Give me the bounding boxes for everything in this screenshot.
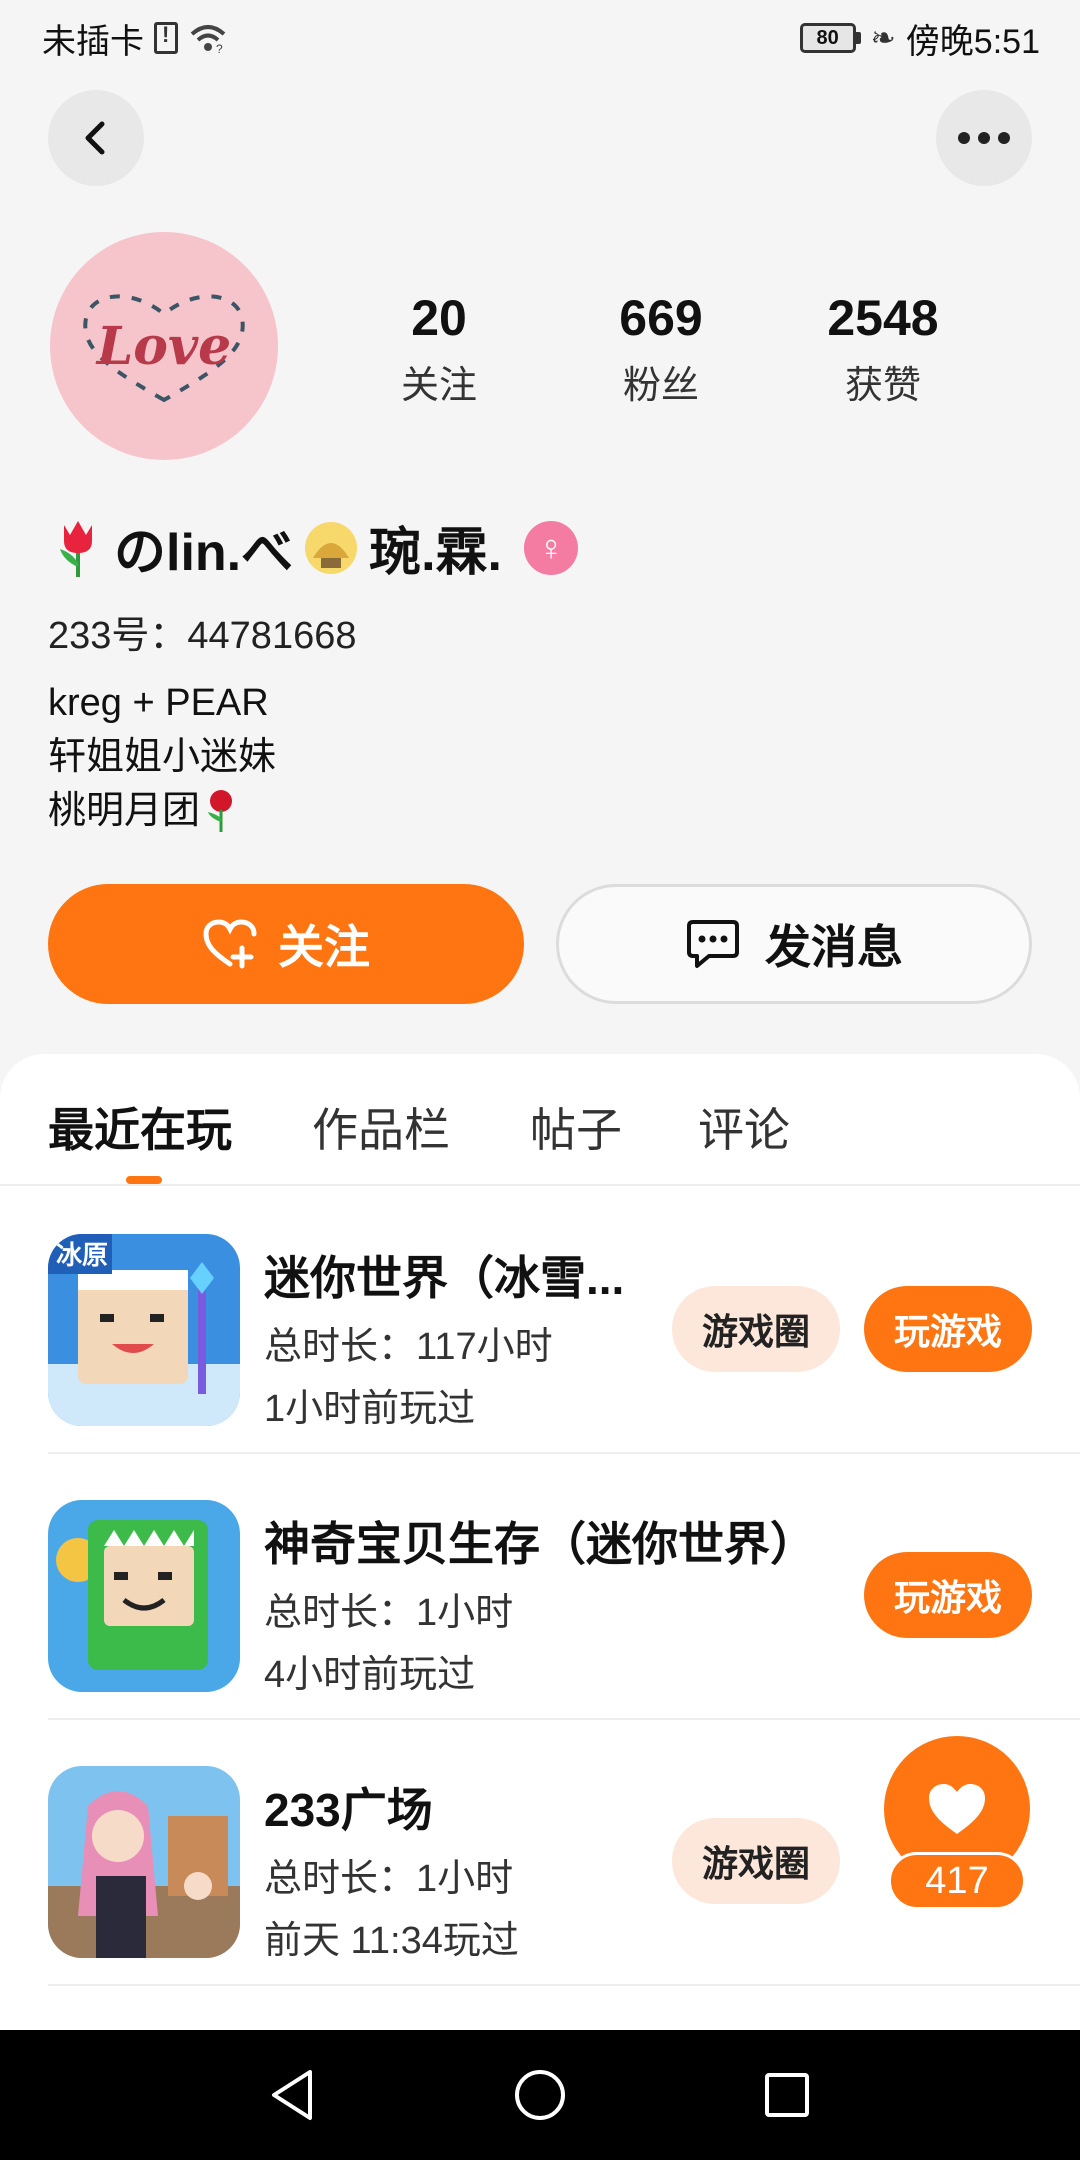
more-button[interactable] [936, 90, 1032, 186]
stat-value: 669 [619, 290, 703, 346]
stat-label: 获赞 [844, 365, 921, 407]
chevron-left-icon [85, 121, 105, 155]
game-title: 迷你世界（冰雪... [264, 1252, 625, 1304]
game-last-played: 前天 11:34玩过 [264, 1920, 519, 1962]
clock-text: 傍晚5:51 [905, 22, 1040, 61]
carrier-text: 未插卡 [42, 22, 144, 61]
game-duration: 总时长：1小时 [264, 1858, 514, 1900]
female-gender-icon: ♀ [524, 520, 579, 575]
nav-home-button[interactable] [500, 2055, 580, 2135]
profile-stats: 20 关注 669 粉丝 2548 获赞 [328, 288, 994, 409]
message-label: 发消息 [765, 921, 903, 973]
game-circle-button[interactable]: 游戏圈 [672, 1818, 840, 1904]
back-button[interactable] [48, 90, 144, 186]
game-icon[interactable] [48, 1766, 240, 1958]
bio-line: 桃明月团 [48, 790, 201, 832]
status-bar: 未插卡 ? 80 ❧ 傍晚5:51 [0, 0, 1080, 76]
game-last-played: 4小时前玩过 [264, 1654, 476, 1696]
stat-following[interactable]: 20 关注 [328, 288, 550, 409]
game-meta: 总时长：117小时 1小时前玩过 [264, 1316, 553, 1440]
avatar[interactable]: Love [50, 232, 278, 460]
nav-recents-button[interactable] [747, 2055, 827, 2135]
follow-button[interactable]: 关注 [48, 884, 524, 1004]
like-count: 417 [888, 1852, 1026, 1910]
user-id-label: 233号： [48, 615, 188, 657]
tab-indicator [126, 1176, 162, 1184]
bio-line: kreg + PEAR [48, 682, 269, 724]
circle-home-icon [514, 2070, 565, 2120]
game-duration: 总时长：1小时 [264, 1592, 514, 1634]
stat-fans[interactable]: 669 粉丝 [550, 288, 772, 409]
game-row[interactable]: 冰原 迷你世界（冰雪... 总时长：117小时 1小时前玩过 游戏圈 玩游戏 [48, 1188, 1080, 1454]
stat-label: 粉丝 [622, 365, 699, 407]
tulip-icon [60, 520, 92, 577]
triangle-back-icon [272, 2070, 313, 2120]
play-game-button[interactable]: 玩游戏 [864, 1552, 1032, 1638]
game-meta: 总时长：1小时 前天 11:34玩过 [264, 1848, 519, 1972]
game-duration: 总时长：117小时 [264, 1326, 553, 1368]
tab-posts[interactable]: 帖子 [530, 1094, 622, 1160]
more-dots-icon [958, 132, 1010, 144]
svg-text:冰原: 冰原 [56, 1240, 108, 1270]
system-nav-bar [0, 2030, 1080, 2160]
nickname: のlin.べ 琬.霖. ♀ [50, 510, 579, 585]
game-last-played: 1小时前玩过 [264, 1388, 476, 1430]
svg-text:?: ? [216, 42, 223, 54]
chat-bubble-icon [687, 920, 739, 968]
tab-recent-played[interactable]: 最近在玩 [48, 1094, 232, 1160]
game-icon[interactable]: 冰原 [48, 1234, 240, 1426]
rose-icon [208, 790, 233, 832]
stat-value: 20 [411, 290, 467, 346]
user-id: 233号：44781668 [48, 604, 356, 659]
tab-works[interactable]: 作品栏 [312, 1094, 450, 1160]
play-game-button[interactable]: 玩游戏 [864, 1286, 1032, 1372]
wifi-icon: ? [190, 25, 226, 54]
stat-label: 关注 [400, 365, 477, 407]
game-meta: 总时长：1小时 4小时前玩过 [264, 1582, 513, 1706]
sim-alert-icon [154, 22, 178, 54]
bio: kreg + PEAR 轩姐姐小迷妹 桃明月团 [48, 676, 276, 838]
avatar-love-text: Love [96, 315, 232, 377]
rice-emoji-icon [305, 521, 358, 574]
nickname-suffix: 琬.霖. [369, 524, 503, 582]
game-title: 233广场 [264, 1784, 433, 1836]
bio-line: 轩姐姐小迷妹 [48, 736, 277, 778]
stat-likes[interactable]: 2548 获赞 [772, 288, 994, 409]
message-button[interactable]: 发消息 [556, 884, 1032, 1004]
game-circle-button[interactable]: 游戏圈 [672, 1286, 840, 1372]
leaf-icon: ❧ [870, 21, 896, 55]
follow-label: 关注 [278, 921, 370, 973]
nickname-text: のlin.べ [114, 524, 294, 582]
floating-like-button[interactable]: 417 [884, 1736, 1030, 1912]
nav-back-button[interactable] [253, 2055, 333, 2135]
square-recents-icon [764, 2073, 809, 2117]
user-id-value: 44781668 [187, 615, 357, 657]
battery-icon: 80 [799, 23, 861, 53]
stat-value: 2548 [827, 290, 939, 346]
game-row[interactable]: 神奇宝贝生存（迷你世界） 总时长：1小时 4小时前玩过 玩游戏 [48, 1454, 1080, 1720]
game-icon[interactable] [48, 1500, 240, 1692]
tab-comments[interactable]: 评论 [698, 1094, 790, 1160]
heart-plus-icon [203, 919, 257, 969]
game-title: 神奇宝贝生存（迷你世界） [264, 1518, 816, 1570]
heart-icon [929, 1784, 985, 1834]
tab-bar: 最近在玩 作品栏 帖子 评论 [0, 1054, 1080, 1186]
